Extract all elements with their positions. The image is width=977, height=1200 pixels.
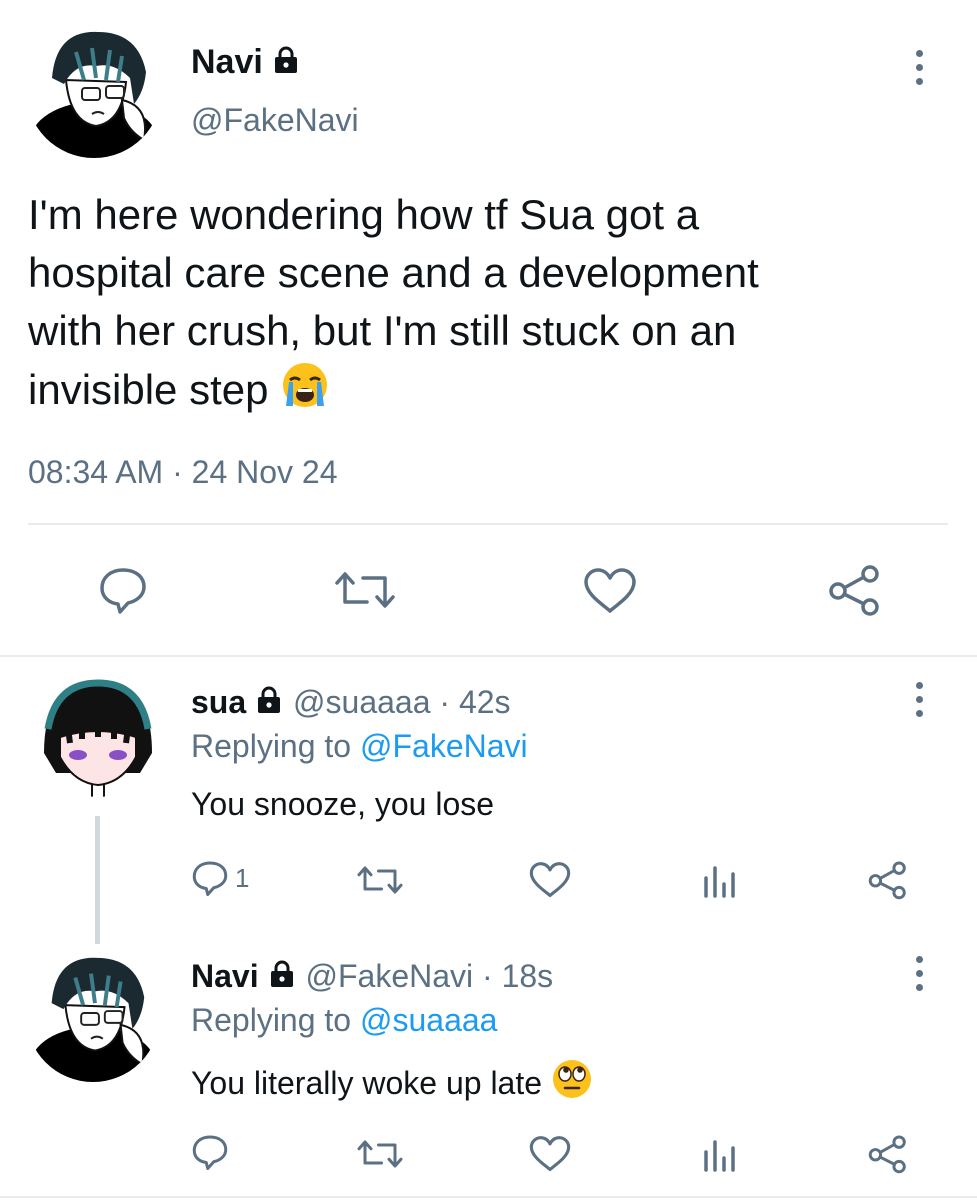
time: 08:34 AM <box>28 454 164 490</box>
retweet-button[interactable] <box>333 566 397 614</box>
divider <box>0 655 977 657</box>
display-name[interactable]: sua <box>191 684 246 720</box>
reply-count: 1 <box>235 862 250 893</box>
retweet-icon <box>357 1140 403 1168</box>
divider <box>0 1196 977 1198</box>
reply-text: You snooze, you lose <box>191 786 495 822</box>
analytics-icon <box>704 1140 735 1172</box>
reply-header: Navi @FakeNavi · 18s <box>191 956 553 996</box>
replying-to-link[interactable]: @FakeNavi <box>360 728 528 764</box>
more-options-icon[interactable] <box>909 956 929 991</box>
retweet-button[interactable] <box>356 862 404 898</box>
reply-button[interactable] <box>191 1134 229 1170</box>
share-button[interactable] <box>868 860 908 900</box>
reply-button[interactable]: 1 <box>191 860 249 896</box>
reply-button[interactable] <box>98 566 148 614</box>
analytics-icon <box>704 866 735 898</box>
heart-icon <box>584 568 636 613</box>
display-name-text: Navi <box>191 43 263 81</box>
tweet-text-line: hospital care scene and a development <box>28 249 759 296</box>
tweet-text: I'm here wondering how tf Sua got a hosp… <box>28 186 948 419</box>
face-with-rolling-eyes-icon <box>552 1060 591 1098</box>
loudly-crying-face-icon <box>283 363 328 407</box>
avatar[interactable] <box>26 22 162 158</box>
avatar[interactable] <box>26 948 160 1082</box>
analytics-button[interactable] <box>702 1138 736 1172</box>
share-icon <box>868 861 906 900</box>
age: 18s <box>501 958 554 994</box>
replying-prefix: Replying to <box>191 1002 352 1038</box>
share-button[interactable] <box>828 564 882 616</box>
share-icon <box>829 565 879 616</box>
like-button[interactable] <box>529 1136 571 1172</box>
lock-icon <box>270 960 293 987</box>
retweet-button[interactable] <box>356 1136 404 1172</box>
display-name[interactable]: Navi <box>191 42 301 82</box>
replying-to: Replying to @suaaaa <box>191 1000 497 1040</box>
replying-to: Replying to @FakeNavi <box>191 726 528 766</box>
analytics-button[interactable] <box>702 864 736 898</box>
more-options-icon[interactable] <box>909 50 929 85</box>
separator: · <box>473 958 502 994</box>
like-button[interactable] <box>583 568 637 614</box>
reply-text-content: You literally woke up late <box>191 1065 543 1101</box>
avatar[interactable] <box>36 673 160 797</box>
reply-icon <box>192 1135 228 1170</box>
heart-icon <box>529 862 571 898</box>
replying-prefix: Replying to <box>191 728 352 764</box>
retweet-icon <box>357 866 403 894</box>
heart-icon <box>529 1136 571 1172</box>
date: 24 Nov 24 <box>191 454 338 490</box>
handle[interactable]: @suaaaa <box>293 684 430 720</box>
lock-icon <box>274 46 297 73</box>
handle[interactable]: @FakeNavi <box>305 958 473 994</box>
reply-header: sua @suaaaa · 42s <box>191 682 511 722</box>
replying-to-link[interactable]: @suaaaa <box>360 1002 497 1038</box>
more-options-icon[interactable] <box>909 682 929 717</box>
divider <box>28 523 948 525</box>
separator: · <box>172 454 183 490</box>
tweet-text-line: with her crush, but I'm still stuck on a… <box>28 307 737 354</box>
share-icon <box>868 1135 906 1174</box>
tweet-text-line: I'm here wondering how tf Sua got a <box>28 191 700 238</box>
reply-icon <box>192 861 228 896</box>
timestamp[interactable]: 08:34 AM · 24 Nov 24 <box>28 452 338 492</box>
reply-icon <box>100 568 146 614</box>
thread-line <box>95 816 100 944</box>
age: 42s <box>458 684 511 720</box>
retweet-icon <box>335 572 395 608</box>
tweet-text-line: invisible step <box>28 366 269 413</box>
display-name[interactable]: Navi <box>191 958 259 994</box>
like-button[interactable] <box>529 862 571 898</box>
reply-text: You literally woke up late <box>191 1058 593 1103</box>
handle[interactable]: @FakeNavi <box>191 100 359 140</box>
lock-icon <box>258 686 281 713</box>
separator: · <box>430 684 459 720</box>
share-button[interactable] <box>868 1134 908 1174</box>
